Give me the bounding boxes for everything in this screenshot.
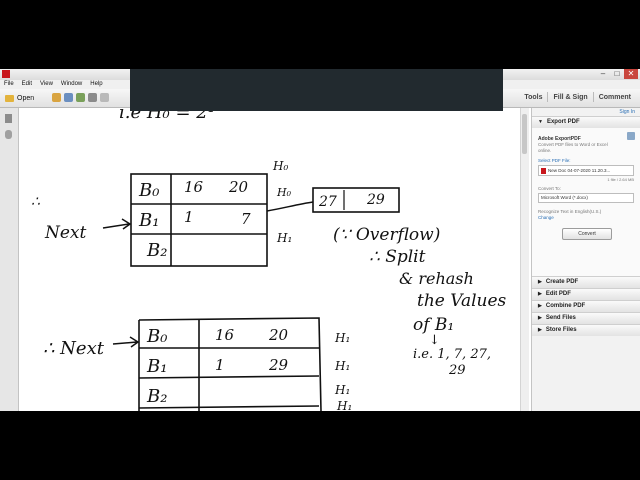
down-arrow-icon: ↓ <box>429 333 440 348</box>
export-description: Convert PDF files to Word or Excel onlin… <box>538 142 608 153</box>
t2-value: 20 <box>268 326 289 344</box>
t2-value: 29 <box>268 356 289 374</box>
convert-button[interactable]: Convert <box>562 228 612 240</box>
collapse-icon: ▶ <box>538 327 542 333</box>
overflow-value: 29 <box>366 192 385 208</box>
label-h0b: H₀ <box>276 186 292 199</box>
label-h0: H₀ <box>272 159 288 173</box>
convert-to-select[interactable]: Microsoft Word (*.docx) <box>538 193 634 203</box>
therefore-mark: ∴ <box>31 194 40 210</box>
pdf-file-icon <box>541 167 546 174</box>
tools-tab[interactable]: Tools <box>519 94 547 101</box>
attachments-icon[interactable] <box>5 130 12 139</box>
bucket-b2: B₂ <box>146 240 167 261</box>
select-file-label: Select PDF File: <box>538 158 571 163</box>
video-overlay-bar <box>130 69 503 111</box>
next-label-2: ∴ Next <box>43 338 105 359</box>
menu-help[interactable]: Help <box>86 80 106 89</box>
export-icon <box>627 132 635 140</box>
selected-file[interactable]: New Doc 04-07-2020 11.20.3... <box>538 165 634 176</box>
open-button[interactable]: Open <box>2 92 37 104</box>
bucket-b1: B₁ <box>138 210 159 231</box>
t1-value: 7 <box>241 210 251 228</box>
t1-value: 16 <box>184 178 204 196</box>
overflow-note: (∵ Overflow) <box>333 225 440 245</box>
handwritten-notes: i.e H₀ = 2¹ B₀ B₁ B₂ 16 20 1 7 H₀ H₀ H₁ … <box>31 108 507 411</box>
toolbar-icons <box>52 93 109 102</box>
change-link[interactable]: Change <box>538 215 635 220</box>
label-h1: H₁ <box>276 231 292 245</box>
t2-value: 1 <box>215 356 225 374</box>
scrollbar-thumb[interactable] <box>522 114 527 154</box>
split-note: ∴ Split <box>369 247 426 267</box>
collapse-icon: ▶ <box>538 303 542 309</box>
expand-icon: ▼ <box>538 119 543 125</box>
print-icon[interactable] <box>64 93 73 102</box>
collapse-icon: ▶ <box>538 315 542 321</box>
t1-value: 20 <box>228 178 249 196</box>
bucket-b2-t2: B₂ <box>146 386 167 407</box>
file-size: 1 file / 2.64 MB <box>607 177 634 182</box>
label-h1-t2: H₁ <box>336 399 352 411</box>
maximize-icon[interactable]: □ <box>610 69 624 79</box>
document-view[interactable]: i.e H₀ = 2¹ B₀ B₁ B₂ 16 20 1 7 H₀ H₀ H₁ … <box>19 108 529 411</box>
arrow-icon <box>112 336 140 348</box>
export-pdf-body: Adobe ExportPDF Convert PDF files to Wor… <box>532 128 640 276</box>
collapse-icon: ▶ <box>538 291 542 297</box>
next-label-1: Next <box>44 223 87 243</box>
email-icon[interactable] <box>100 93 109 102</box>
of-b1-note: of B₁ <box>413 315 454 335</box>
label-h1-t2: H₁ <box>334 359 350 373</box>
value-29-note: 29 <box>448 363 466 378</box>
overflow-link <box>266 201 314 212</box>
close-icon[interactable]: ✕ <box>624 69 638 79</box>
label-h1-t2: H₁ <box>334 331 350 345</box>
vertical-scrollbar[interactable] <box>520 108 529 411</box>
create-pdf-section[interactable]: ▶ Create PDF <box>532 276 640 288</box>
combine-pdf-section[interactable]: ▶ Combine PDF <box>532 300 640 312</box>
share-icon[interactable] <box>76 93 85 102</box>
store-files-section[interactable]: ▶ Store Files <box>532 324 640 336</box>
open-label: Open <box>17 94 35 102</box>
page-thumbnails-icon[interactable] <box>5 114 12 123</box>
export-pdf-header[interactable]: ▼ Export PDF <box>532 116 640 128</box>
rehash-note: & rehash <box>399 269 474 288</box>
convert-to-label: Convert To: <box>538 186 561 191</box>
menu-window[interactable]: Window <box>57 80 86 89</box>
bucket-b0: B₀ <box>138 180 159 201</box>
tools-panel: Sign In ▼ Export PDF Adobe ExportPDF Con… <box>531 108 640 411</box>
values-note: the Values <box>417 291 507 311</box>
window-controls: – □ ✕ <box>596 69 638 79</box>
t2-value: 16 <box>215 326 235 344</box>
sign-in-link[interactable]: Sign In <box>532 108 640 116</box>
task-panes: Tools Fill & Sign Comment <box>519 92 636 102</box>
edit-pdf-section[interactable]: ▶ Edit PDF <box>532 288 640 300</box>
folder-icon <box>5 94 14 102</box>
acrobat-logo-icon <box>2 70 10 78</box>
bucket-b1-t2: B₁ <box>146 356 167 377</box>
menu-file[interactable]: File <box>0 80 18 89</box>
acrobat-window: – □ ✕ File Edit View Window Help Open To… <box>0 69 640 411</box>
overflow-value: 27 <box>318 194 337 210</box>
ie-values-note: i.e. 1, 7, 27, <box>413 347 491 362</box>
bucket-b0-t2: B₀ <box>146 326 167 347</box>
comment-tab[interactable]: Comment <box>594 94 636 101</box>
fill-sign-tab[interactable]: Fill & Sign <box>548 94 592 101</box>
save-icon[interactable] <box>88 93 97 102</box>
create-pdf-icon[interactable] <box>52 93 61 102</box>
t1-value: 1 <box>184 208 194 226</box>
arrow-icon <box>102 218 132 230</box>
navigation-pane <box>0 108 19 411</box>
minimize-icon[interactable]: – <box>596 69 610 79</box>
label-h1-t2: H₁ <box>334 383 350 397</box>
collapse-icon: ▶ <box>538 279 542 285</box>
menu-edit[interactable]: Edit <box>18 80 36 89</box>
menu-view[interactable]: View <box>36 80 57 89</box>
send-files-section[interactable]: ▶ Send Files <box>532 312 640 324</box>
